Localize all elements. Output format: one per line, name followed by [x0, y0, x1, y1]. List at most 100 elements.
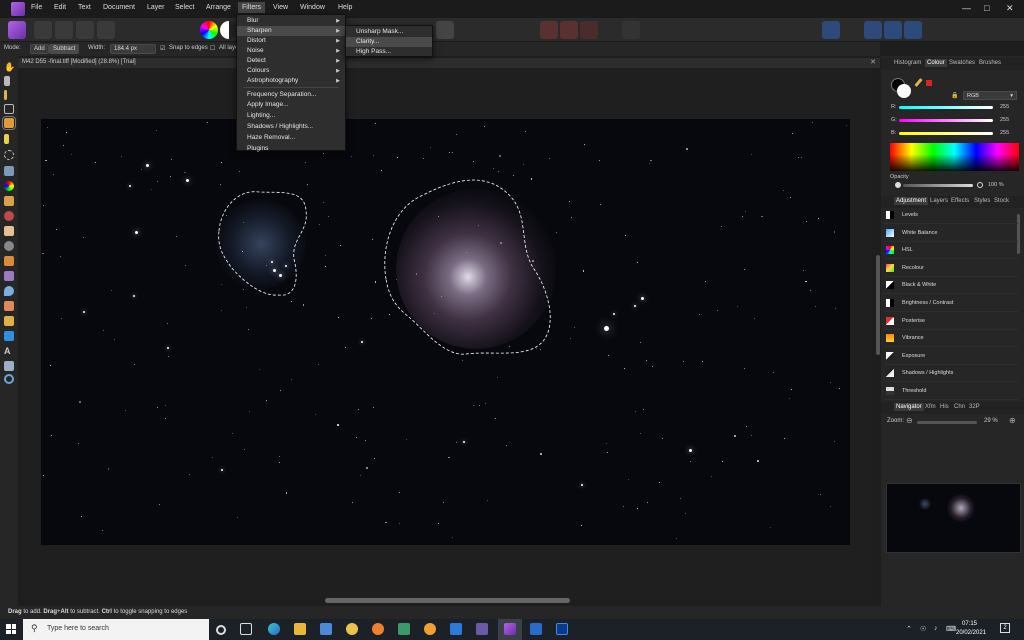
- flood-select-icon[interactable]: [4, 134, 9, 144]
- filters-haze-removal-item[interactable]: Haze Removal...: [237, 133, 345, 143]
- photoshop-icon[interactable]: [556, 623, 568, 635]
- b-value[interactable]: 255: [1000, 130, 1009, 136]
- tone-mapping-persona-icon[interactable]: [76, 21, 94, 39]
- task-view-icon[interactable]: [240, 623, 252, 635]
- tab-32p[interactable]: 32P: [969, 404, 980, 410]
- export-persona-icon[interactable]: [97, 21, 115, 39]
- minimize-icon[interactable]: —: [962, 3, 971, 13]
- opacity-slider[interactable]: [903, 184, 973, 187]
- affinity-photo-taskbar-icon[interactable]: [504, 623, 516, 635]
- g-slider[interactable]: [899, 119, 993, 122]
- add-mode-button[interactable]: Add: [30, 44, 49, 54]
- colour-picker-icon[interactable]: [4, 90, 7, 100]
- tab-styles[interactable]: Styles: [974, 198, 990, 204]
- erase-brush-icon[interactable]: [4, 226, 14, 236]
- adjustment-item[interactable]: Exposure: [884, 348, 1018, 365]
- navigator-preview[interactable]: [886, 483, 1021, 553]
- eyedropper-icon[interactable]: [914, 78, 923, 87]
- network-icon[interactable]: ☉: [920, 625, 926, 633]
- adjustment-item[interactable]: HSL: [884, 242, 1018, 260]
- photo-persona-icon[interactable]: [8, 21, 26, 39]
- zoom-slider[interactable]: [917, 421, 977, 424]
- app-icon-4[interactable]: [424, 623, 436, 635]
- snapping-icon[interactable]: [560, 21, 578, 39]
- tab-channels[interactable]: Chn: [954, 404, 965, 410]
- app-icon-6[interactable]: [530, 623, 542, 635]
- affinity-photo-logo-icon[interactable]: [11, 2, 25, 16]
- menu-text[interactable]: Text: [78, 4, 91, 11]
- adjustment-item[interactable]: Posterise: [884, 313, 1018, 330]
- tab-history[interactable]: His: [940, 404, 949, 410]
- edge-icon[interactable]: [268, 623, 280, 635]
- tab-brushes[interactable]: Brushes: [979, 60, 1001, 66]
- menu-layer[interactable]: Layer: [147, 4, 165, 11]
- chat-icon[interactable]: [884, 21, 902, 39]
- menu-window[interactable]: Window: [300, 4, 325, 11]
- tab-histogram[interactable]: Histogram: [894, 60, 921, 66]
- lock-icon[interactable]: 🔒: [951, 92, 958, 99]
- app-icon-3[interactable]: [398, 623, 410, 635]
- tab-transform[interactable]: Xfm: [925, 404, 936, 410]
- sharpen-unsharp-mask-item[interactable]: Unsharp Mask...: [346, 27, 432, 37]
- file-explorer-icon[interactable]: [294, 623, 306, 635]
- filters-frequency-separation-item[interactable]: Frequency Separation...: [237, 90, 345, 100]
- r-slider[interactable]: [899, 106, 993, 109]
- adjustment-item[interactable]: Shadows / Highlights: [884, 365, 1018, 383]
- opacity-handle-left[interactable]: [895, 182, 901, 188]
- adjustment-item[interactable]: Levels: [884, 207, 1018, 224]
- zoom-value[interactable]: 29 %: [984, 418, 998, 424]
- cortana-icon[interactable]: [216, 625, 226, 635]
- text-tool-icon[interactable]: A: [4, 346, 14, 356]
- filters-shadows-highlights-item[interactable]: Shadows / Highlights...: [237, 122, 345, 132]
- share-icon[interactable]: [904, 21, 922, 39]
- clock-date[interactable]: 20/02/2021: [956, 630, 986, 636]
- width-input[interactable]: 184.4 px: [110, 44, 156, 54]
- colour-replacement-icon[interactable]: [4, 211, 14, 221]
- red-swatch-icon[interactable]: [926, 80, 932, 86]
- zoom-in-icon[interactable]: ⊕: [1009, 416, 1016, 425]
- all-layers-checkbox[interactable]: ☐: [210, 45, 215, 52]
- tab-effects[interactable]: Effects: [951, 198, 969, 204]
- horizontal-scrollbar[interactable]: [325, 598, 570, 603]
- gradient-icon[interactable]: [4, 181, 14, 191]
- user-icon[interactable]: [864, 21, 882, 39]
- app-icon-2[interactable]: [372, 623, 384, 635]
- filters-distort-item[interactable]: Distort ▶: [237, 36, 345, 46]
- menu-edit[interactable]: Edit: [54, 4, 66, 11]
- notification-icon[interactable]: 2: [1000, 623, 1010, 633]
- menu-help[interactable]: Help: [338, 4, 352, 11]
- smudge-icon[interactable]: [4, 301, 14, 311]
- r-value[interactable]: 255: [1000, 104, 1009, 110]
- store-icon[interactable]: [320, 623, 332, 635]
- tab-colour[interactable]: Colour: [925, 59, 947, 67]
- opacity-handle-right[interactable]: [977, 182, 983, 188]
- menu-select[interactable]: Select: [175, 4, 194, 11]
- mesh-warp-icon[interactable]: [4, 361, 14, 371]
- snap-checkbox[interactable]: ☑: [160, 45, 165, 52]
- windows-start-icon[interactable]: [6, 624, 16, 634]
- mail-icon[interactable]: [450, 623, 462, 635]
- adjustment-item[interactable]: Black & White: [884, 277, 1018, 295]
- maximize-icon[interactable]: □: [984, 3, 989, 13]
- assistant-icon[interactable]: [540, 21, 558, 39]
- sharpen-clarity-item[interactable]: Clarity...: [346, 37, 432, 47]
- zoom-out-icon[interactable]: ⊖: [906, 416, 913, 425]
- tab-stock[interactable]: Stock: [994, 198, 1009, 204]
- close-document-icon[interactable]: ✕: [870, 58, 876, 66]
- tab-navigator[interactable]: Navigator: [894, 403, 924, 411]
- filters-sharpen-item[interactable]: Sharpen ▶: [237, 26, 345, 36]
- adjustment-item[interactable]: Threshold: [884, 383, 1018, 400]
- blur-brush-icon[interactable]: [4, 286, 14, 296]
- zoom-tool-icon[interactable]: [4, 374, 14, 384]
- menu-arrange[interactable]: Arrange: [206, 4, 231, 11]
- pen-icon[interactable]: [4, 316, 14, 326]
- menu-filters[interactable]: Filters: [238, 2, 266, 13]
- quick-mask-icon[interactable]: [580, 21, 598, 39]
- healing-icon[interactable]: [4, 271, 14, 281]
- shape-icon[interactable]: [4, 331, 14, 341]
- liquify-persona-icon[interactable]: [34, 21, 52, 39]
- vertical-scrollbar[interactable]: [876, 255, 880, 355]
- paint-brush-icon[interactable]: [4, 196, 14, 206]
- adjustment-item[interactable]: Brightness / Contrast: [884, 295, 1018, 312]
- mask-icon[interactable]: [436, 21, 454, 39]
